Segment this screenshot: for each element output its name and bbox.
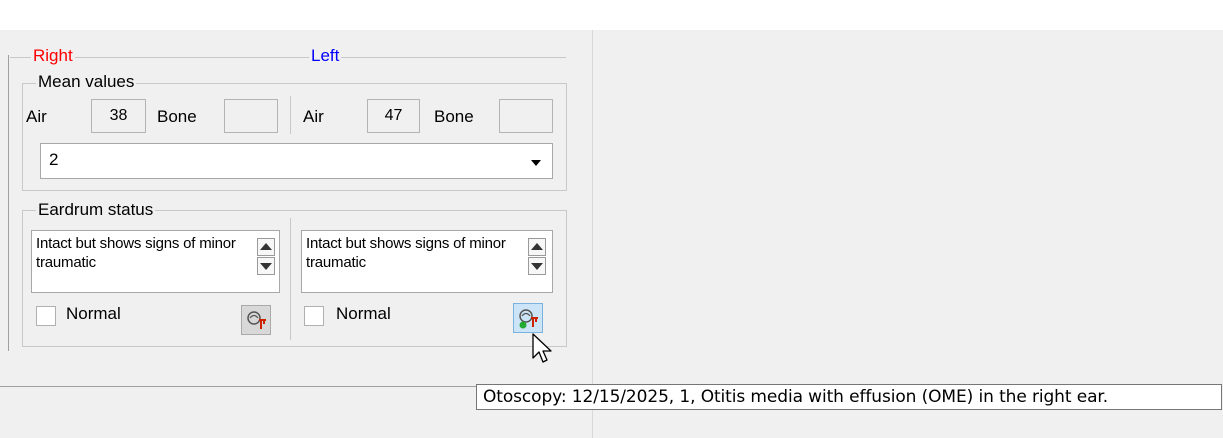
- mean-values-title: Mean values: [36, 72, 137, 92]
- arrow-up-icon: [531, 243, 543, 250]
- right-normal-checkbox[interactable]: [36, 306, 56, 326]
- scroll-down-button[interactable]: [257, 257, 275, 275]
- right-air-label: Air: [24, 107, 49, 127]
- right-eardrum-text: Intact but shows signs of minor traumati…: [36, 235, 236, 271]
- left-bone-label: Bone: [432, 107, 476, 127]
- left-otoscopy-button[interactable]: [513, 303, 543, 333]
- left-air-value[interactable]: 47: [367, 99, 420, 133]
- left-eardrum-textbox[interactable]: Intact but shows signs of minor traumati…: [301, 230, 553, 293]
- panel-left-edge: [8, 55, 9, 351]
- left-normal-checkbox[interactable]: [304, 306, 324, 326]
- mouse-cursor-icon: [532, 333, 552, 363]
- mean-values-dropdown[interactable]: 2: [40, 143, 553, 179]
- scroll-down-button[interactable]: [528, 257, 546, 275]
- eardrum-separator: [290, 218, 291, 340]
- otoscope-icon: [247, 311, 266, 329]
- right-bone-value[interactable]: [224, 99, 278, 133]
- top-strip: [0, 0, 1223, 30]
- left-normal-label: Normal: [334, 304, 393, 324]
- left-ear-header: Left: [309, 46, 342, 66]
- right-otoscopy-button[interactable]: [241, 305, 271, 335]
- scroll-up-button[interactable]: [257, 238, 275, 256]
- left-eardrum-text: Intact but shows signs of minor traumati…: [306, 235, 506, 271]
- right-bone-label: Bone: [155, 107, 199, 127]
- eardrum-status-title: Eardrum status: [36, 200, 156, 220]
- arrow-up-icon: [260, 243, 272, 250]
- right-air-value[interactable]: 38: [91, 99, 146, 133]
- right-eardrum-textbox[interactable]: Intact but shows signs of minor traumati…: [31, 230, 280, 293]
- right-ear-header: Right: [31, 46, 75, 66]
- left-air-label: Air: [301, 107, 326, 127]
- otoscope-icon: [519, 309, 538, 329]
- otoscopy-tooltip: Otoscopy: 12/15/2025, 1, Otitis media wi…: [476, 384, 1222, 410]
- dropdown-selected-value: 2: [49, 150, 59, 169]
- arrow-down-icon: [260, 263, 272, 270]
- chevron-down-icon[interactable]: [531, 160, 541, 166]
- scroll-up-button[interactable]: [528, 238, 546, 256]
- arrow-down-icon: [531, 263, 543, 270]
- left-bone-value[interactable]: [499, 99, 553, 133]
- right-normal-label: Normal: [64, 304, 123, 324]
- panel-divider: [592, 30, 593, 438]
- header-group-line: [10, 57, 566, 58]
- mean-values-separator: [290, 96, 291, 134]
